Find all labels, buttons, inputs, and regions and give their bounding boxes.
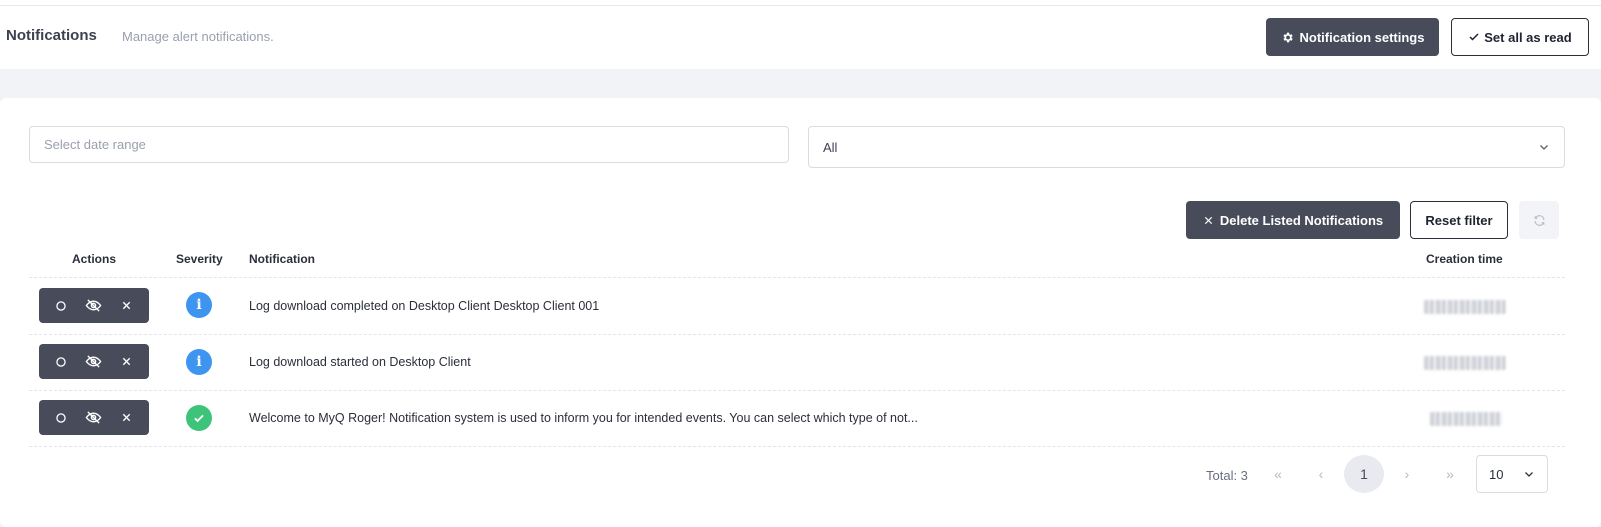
type-select-value: All: [823, 139, 838, 155]
total-count: Total: 3: [1206, 468, 1248, 483]
col-actions: Actions: [72, 252, 117, 266]
set-all-read-label: Set all as read: [1484, 29, 1572, 45]
page-subtitle: Manage alert notifications.: [122, 29, 274, 44]
eye-off-icon[interactable]: [84, 296, 104, 316]
check-icon: [1469, 33, 1479, 41]
page-size-value: 10: [1489, 466, 1504, 482]
page-title: Notifications: [6, 27, 97, 44]
row-divider: [29, 277, 1565, 278]
refresh-icon: [1534, 214, 1544, 226]
row-divider: [29, 334, 1565, 335]
set-all-read-button[interactable]: Set all as read: [1451, 18, 1589, 56]
reset-filter-button[interactable]: Reset filter: [1410, 201, 1508, 239]
row-divider: [29, 390, 1565, 391]
notification-text: Log download started on Desktop Client: [249, 355, 471, 369]
chevron-down-icon: [1540, 145, 1548, 150]
creation-time-blurred: [1424, 356, 1506, 370]
row-actions: [39, 400, 149, 435]
row-actions: [39, 288, 149, 323]
col-creation-time: Creation time: [1426, 252, 1503, 266]
check-icon: [186, 405, 212, 431]
page-number-button[interactable]: 1: [1344, 455, 1384, 493]
mark-read-icon[interactable]: [51, 296, 71, 316]
notification-settings-button[interactable]: Notification settings: [1266, 18, 1439, 56]
chevron-down-icon: [1525, 472, 1533, 477]
row-divider: [29, 446, 1565, 447]
last-page-icon[interactable]: »: [1430, 455, 1470, 493]
page-header: Notifications Manage alert notifications…: [0, 6, 1601, 69]
info-icon: i: [186, 349, 212, 375]
prev-page-icon[interactable]: ‹: [1301, 455, 1341, 493]
close-icon: [1204, 216, 1212, 224]
eye-off-icon[interactable]: [84, 408, 104, 428]
creation-time-blurred: [1430, 412, 1502, 426]
notification-text: Log download completed on Desktop Client…: [249, 299, 600, 313]
creation-time-blurred: [1424, 300, 1506, 314]
close-icon[interactable]: [117, 296, 137, 316]
mark-read-icon[interactable]: [51, 352, 71, 372]
page-size-select[interactable]: 10: [1476, 455, 1548, 493]
delete-listed-button[interactable]: Delete Listed Notifications: [1186, 201, 1400, 239]
eye-off-icon[interactable]: [84, 352, 104, 372]
next-page-icon[interactable]: ›: [1387, 455, 1427, 493]
type-select[interactable]: All: [808, 126, 1565, 168]
gear-icon: [1282, 32, 1293, 42]
notification-text: Welcome to MyQ Roger! Notification syste…: [249, 411, 918, 425]
reset-filter-label: Reset filter: [1425, 212, 1493, 228]
mark-read-icon[interactable]: [51, 408, 71, 428]
row-actions: [39, 344, 149, 379]
col-notification: Notification: [249, 252, 315, 266]
notification-settings-label: Notification settings: [1299, 29, 1425, 45]
delete-listed-label: Delete Listed Notifications: [1219, 212, 1384, 228]
close-icon[interactable]: [117, 408, 137, 428]
date-range-placeholder: Select date range: [44, 137, 146, 152]
col-severity: Severity: [176, 252, 223, 266]
refresh-button[interactable]: [1519, 201, 1559, 239]
date-range-input[interactable]: Select date range: [29, 126, 789, 163]
info-icon: i: [186, 292, 212, 318]
close-icon[interactable]: [117, 352, 137, 372]
first-page-icon[interactable]: «: [1258, 455, 1298, 493]
